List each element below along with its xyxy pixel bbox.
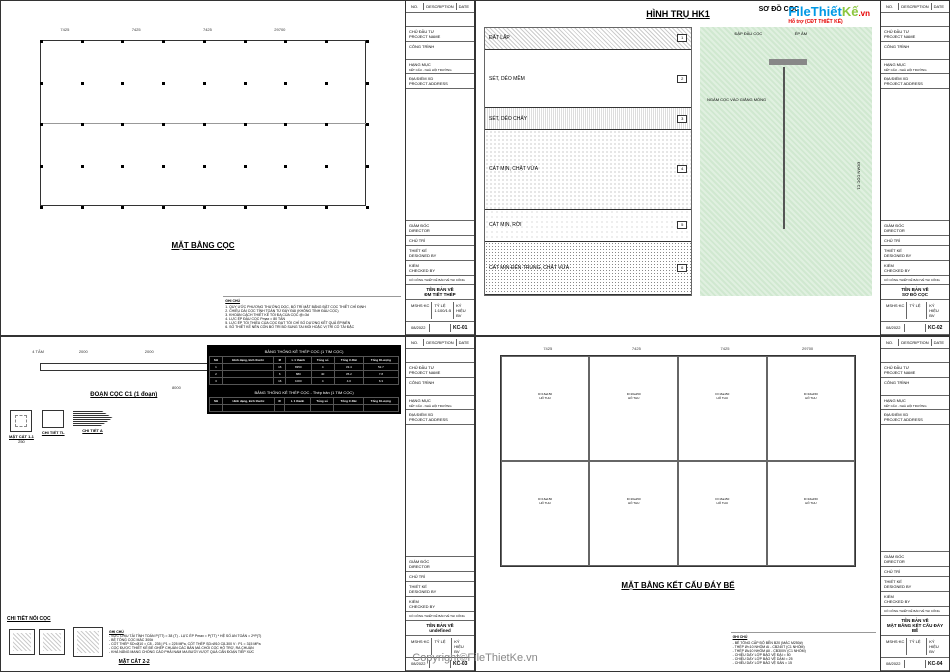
notes4-list: - BÊ TÔNG CẤP ĐỘ BỀN B20 (MÁC M250#)- TH… [733, 641, 874, 665]
steel-table: BẢNG THỐNG KÊ THÉP CỌC (1 TIM CỌC) SHHìn… [207, 345, 401, 414]
foundation-plan: D=16a150HỐ THUD=16a150HỐ THUD=16a150HỐ T… [500, 355, 856, 567]
section-1-1: MẶT CẮT 1-1 250 [9, 408, 34, 444]
notes-list: 1. QUY ƯỚC PHƯƠNG THƯỚNG DỌC, BỐ TRÍ MẶT… [225, 305, 399, 329]
sheet-grid: /* placeholder for generated piles below… [0, 0, 950, 672]
detail-a: CHI TIẾT A [73, 408, 113, 444]
pile-schematic: ĐẬP ĐẦU CỌC ÉP ÂM NGÀM CỌC VÀO GIẰNG MÓN… [700, 27, 872, 296]
notes-title: GHI CHÚ [225, 299, 399, 303]
sheet-kc02: HÌNH TRỤ HK1 SƠ ĐỒ CỌC ĐẤT LẤP1SÉT, DẺO … [475, 0, 950, 336]
detail-tl: CHI TIẾT TL [42, 408, 65, 444]
watermark-logo: FileThiếtKế.vn Hỗ trợ (CĐT THIẾT KẾ) [788, 4, 870, 25]
sheet4-title: MẶT BẰNG KẾT CẤU ĐÁY BỂ [480, 581, 876, 590]
soil-column: ĐẤT LẤP1SÉT, DẺO MỀM2SÉT, DẺO CHẢY3CÁT M… [484, 27, 692, 296]
title-block-3: NO.DESCRIPTIONDATECHỦ ĐẦU TƯPROJECT NAME… [406, 337, 474, 671]
sheet-kc04: D=16a150HỐ THUD=16a150HỐ THUD=16a150HỐ T… [475, 336, 950, 672]
title-block-2: NO.DESCRIPTIONDATECHỦ ĐẦU TƯPROJECT NAME… [881, 1, 949, 335]
pile-plan-drawing: /* placeholder for generated piles below… [25, 25, 381, 221]
sheet-kc01: /* placeholder for generated piles below… [0, 0, 475, 336]
pile-joint-detail: CHI TIẾT NỐI CỌC GHI CHÚ - SỨC CHỊU TẢI … [7, 616, 261, 665]
copyright-text: Copyright©FileThietKe.vn [412, 652, 538, 664]
notes4-title: GHI CHÚ [733, 635, 874, 639]
title-block-4: NO.DESCRIPTIONDATECHỦ ĐẦU TƯPROJECT NAME… [881, 337, 949, 671]
title-block-1: NO.DESCRIPTIONDATECHỦ ĐẦU TƯPROJECT NAME… [406, 1, 474, 335]
sheet1-title: MẶT BẰNG CỌC [5, 241, 401, 250]
sheet-kc03: 4 TẤM 2000 2000 8000 ĐOẠN CỌC C1 (1 đoạn… [0, 336, 475, 672]
